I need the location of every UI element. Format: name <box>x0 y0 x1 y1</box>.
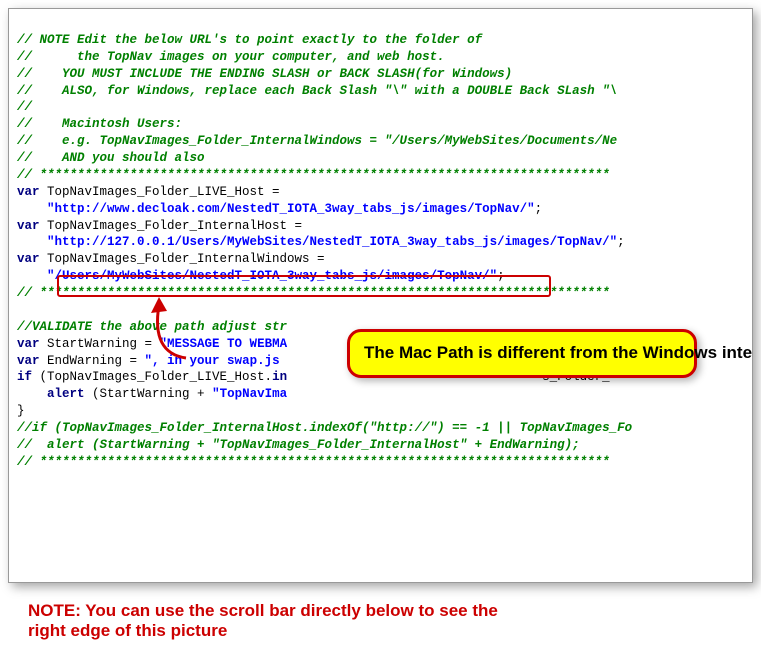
comment-line: // NOTE Edit the below URL's to point ex… <box>17 33 482 47</box>
comment-line: // AND you should also <box>17 151 205 165</box>
identifier: StartWarning = <box>40 337 160 351</box>
identifier: EndWarning = <box>40 354 145 368</box>
comment-line: // alert (StartWarning + "TopNavImages_F… <box>17 438 580 452</box>
keyword-var: var <box>17 252 40 266</box>
brace-close: } <box>17 404 25 418</box>
semicolon: ; <box>617 235 625 249</box>
semicolon: ; <box>497 269 505 283</box>
comment-line: // e.g. TopNavImages_Folder_InternalWind… <box>17 134 617 148</box>
string-literal: "http://www.decloak.com/NestedT_IOTA_3wa… <box>17 202 535 216</box>
comment-line: // the TopNav images on your computer, a… <box>17 50 445 64</box>
code-snippet: // NOTE Edit the below URL's to point ex… <box>8 8 753 583</box>
identifier: in <box>272 370 287 384</box>
document-wrapper: // NOTE Edit the below URL's to point ex… <box>8 8 753 642</box>
footer-note: NOTE: You can use the scroll bar directl… <box>28 601 528 642</box>
comment-line: // <box>17 100 32 114</box>
comment-stars: // *************************************… <box>17 168 610 182</box>
comment-line: // YOU MUST INCLUDE THE ENDING SLASH or … <box>17 67 512 81</box>
string-literal: "TopNavIma <box>212 387 287 401</box>
keyword-var: var <box>17 337 40 351</box>
keyword-alert: alert <box>47 387 85 401</box>
comment-line: // Macintosh Users: <box>17 117 182 131</box>
identifier: (TopNavImages_Folder_LIVE_Host. <box>32 370 272 384</box>
keyword-var: var <box>17 185 40 199</box>
string-literal-highlighted: "/Users/MyWebSites/NestedT_IOTA_3way_tab… <box>17 269 497 283</box>
keyword-if: if <box>17 370 32 384</box>
identifier: (StartWarning + <box>85 387 213 401</box>
keyword-var: var <box>17 219 40 233</box>
comment-line: //if (TopNavImages_Folder_InternalHost.i… <box>17 421 632 435</box>
callout-box: The Mac Path is different from the Windo… <box>347 329 697 378</box>
comment-stars: // *************************************… <box>17 455 610 469</box>
string-literal: "http://127.0.0.1/Users/MyWebSites/Neste… <box>17 235 617 249</box>
comment-line: // ALSO, for Windows, replace each Back … <box>17 84 617 98</box>
comment-stars: // *************************************… <box>17 286 610 300</box>
semicolon: ; <box>535 202 543 216</box>
string-literal: "MESSAGE TO WEBMA <box>160 337 288 351</box>
identifier: TopNavImages_Folder_LIVE_Host = <box>40 185 280 199</box>
string-literal: ", in your swap.js <box>145 354 288 368</box>
keyword-var: var <box>17 354 40 368</box>
identifier: TopNavImages_Folder_InternalHost = <box>40 219 303 233</box>
comment-line: //VALIDATE the above path adjust str <box>17 320 287 334</box>
identifier: TopNavImages_Folder_InternalWindows = <box>40 252 325 266</box>
